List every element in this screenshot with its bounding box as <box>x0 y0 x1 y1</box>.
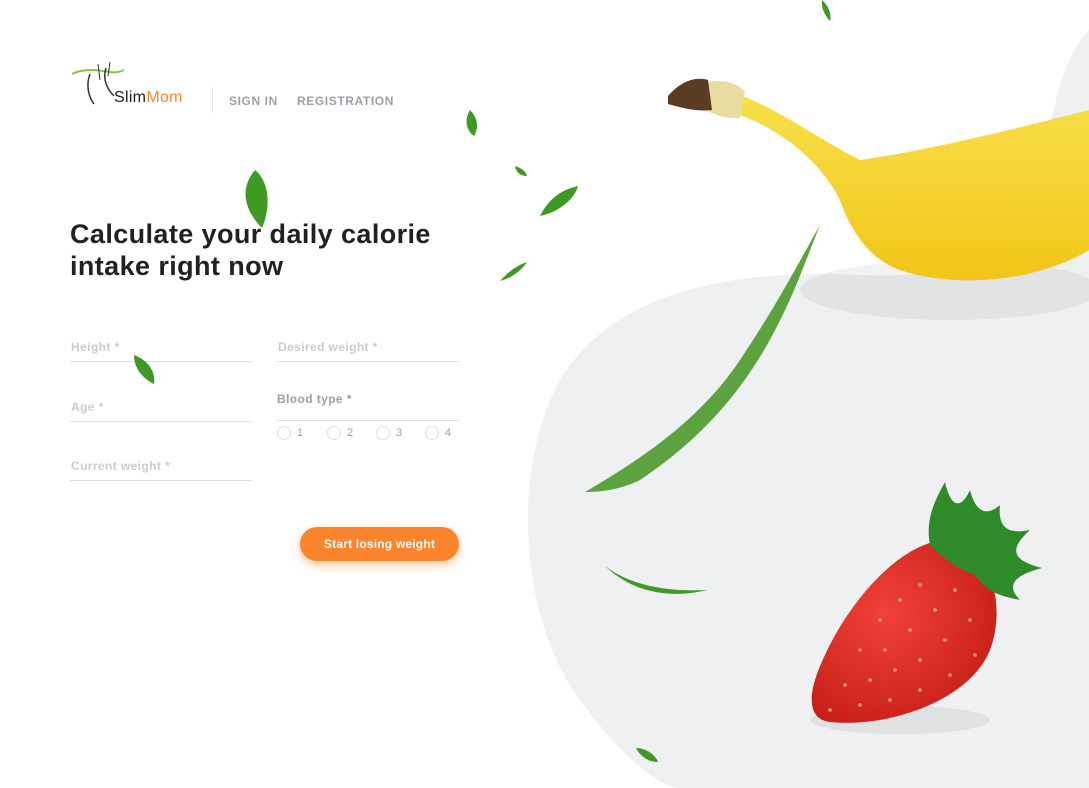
leaf-icon <box>585 225 820 492</box>
leaf-icon <box>500 262 527 281</box>
leaf-icon <box>466 110 478 136</box>
leaf-icon <box>515 166 527 176</box>
leaf-icon <box>821 0 831 21</box>
banana-icon <box>668 78 1089 320</box>
leaf-icon <box>636 748 658 762</box>
leaf-icon <box>245 170 268 228</box>
leaf-icon <box>134 355 155 384</box>
decorations <box>134 0 1089 762</box>
strawberry-icon <box>810 482 1042 734</box>
leaf-icon <box>605 566 707 594</box>
leaf-icon <box>540 186 578 216</box>
